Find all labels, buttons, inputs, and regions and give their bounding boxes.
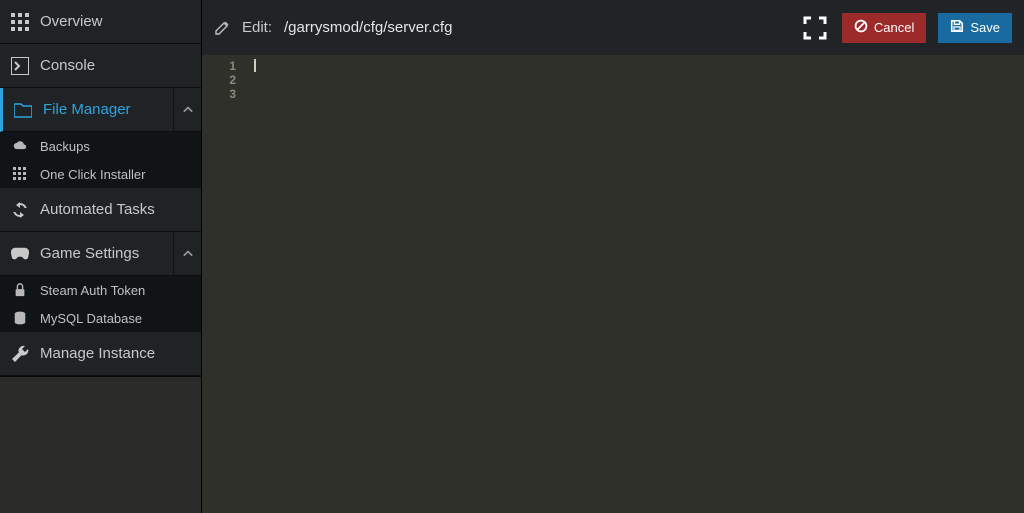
sub-mysql-database[interactable]: MySQL Database <box>0 304 201 332</box>
chevron-up-icon[interactable] <box>173 232 201 276</box>
terminal-icon <box>0 57 40 75</box>
sub-label: Backups <box>40 139 90 154</box>
gamepad-icon <box>0 245 40 263</box>
wrench-icon <box>0 345 40 363</box>
button-label: Save <box>970 20 1000 35</box>
ban-icon <box>854 19 868 36</box>
nav-console[interactable]: Console <box>0 44 201 88</box>
nav-label: Game Settings <box>40 245 173 262</box>
line-number: 1 <box>202 59 236 73</box>
nav-overview[interactable]: Overview <box>0 0 201 44</box>
nav-game-settings[interactable]: Game Settings <box>0 232 201 276</box>
toolbar: Edit: /garrysmod/cfg/server.cfg Cancel S… <box>202 0 1024 55</box>
nav-file-manager[interactable]: File Manager <box>0 88 201 132</box>
nav-label: File Manager <box>43 101 173 118</box>
nav-label: Console <box>40 57 201 74</box>
nav-label: Automated Tasks <box>40 201 201 218</box>
grid-icon <box>0 13 40 31</box>
nav-manage-instance[interactable]: Manage Instance <box>0 332 201 376</box>
code-area[interactable] <box>244 55 1024 513</box>
edit-label: Edit: <box>242 19 272 36</box>
save-icon <box>950 19 964 36</box>
code-editor[interactable]: 1 2 3 <box>202 55 1024 513</box>
nav-automated-tasks[interactable]: Automated Tasks <box>0 188 201 232</box>
nav-file-manager-sub: Backups One Click Installer <box>0 132 201 188</box>
button-label: Cancel <box>874 20 914 35</box>
sidebar-empty <box>0 376 201 513</box>
line-number: 3 <box>202 87 236 101</box>
nav-label: Overview <box>40 13 201 30</box>
nav-game-settings-sub: Steam Auth Token MySQL Database <box>0 276 201 332</box>
line-number: 2 <box>202 73 236 87</box>
sub-label: MySQL Database <box>40 311 142 326</box>
chevron-up-icon[interactable] <box>173 88 201 132</box>
sub-one-click-installer[interactable]: One Click Installer <box>0 160 201 188</box>
database-icon <box>0 311 40 325</box>
cancel-button[interactable]: Cancel <box>842 13 926 43</box>
sub-backups[interactable]: Backups <box>0 132 201 160</box>
sidebar: Overview Console File Manager Backups On… <box>0 0 201 513</box>
nav-label: Manage Instance <box>40 345 201 362</box>
sub-label: Steam Auth Token <box>40 283 145 298</box>
save-button[interactable]: Save <box>938 13 1012 43</box>
folder-icon <box>3 101 43 119</box>
fullscreen-button[interactable] <box>800 13 830 43</box>
text-cursor <box>254 59 256 72</box>
edit-icon <box>214 20 230 36</box>
sub-steam-auth-token[interactable]: Steam Auth Token <box>0 276 201 304</box>
main: Edit: /garrysmod/cfg/server.cfg Cancel S… <box>201 0 1024 513</box>
cloud-icon <box>0 139 40 153</box>
file-path: /garrysmod/cfg/server.cfg <box>284 19 452 36</box>
sync-icon <box>0 201 40 219</box>
line-gutter: 1 2 3 <box>202 55 244 513</box>
grid-small-icon <box>0 167 40 181</box>
lock-icon <box>0 283 40 297</box>
sub-label: One Click Installer <box>40 167 145 182</box>
